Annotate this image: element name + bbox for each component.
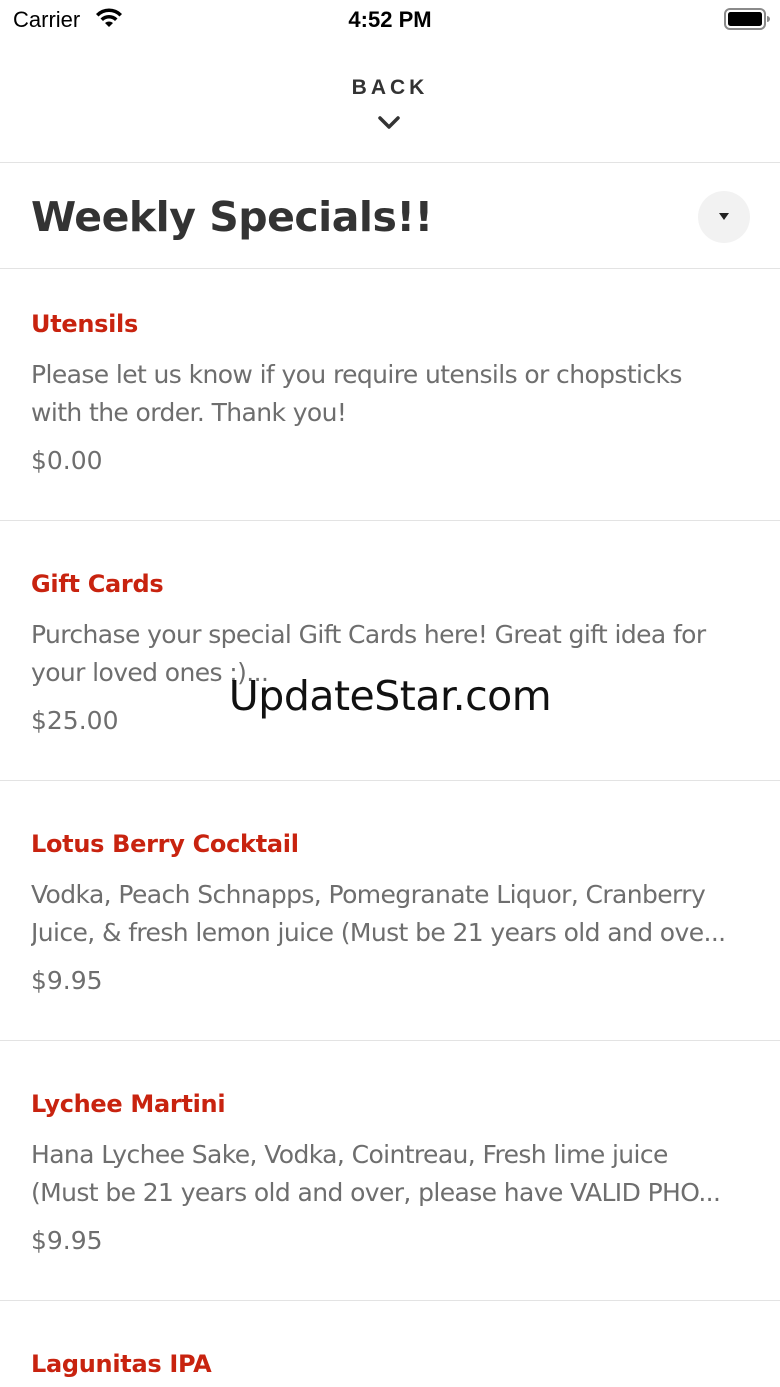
battery-icon (724, 8, 770, 30)
item-description-line: (Must be 21 years old and over, please h… (31, 1178, 721, 1207)
section-header: Weekly Specials!! (0, 163, 780, 268)
item-description-line: with the order. Thank you! (31, 398, 347, 427)
item-description-line: Purchase your special Gift Cards here! G… (31, 620, 706, 649)
item-name: Lotus Berry Cocktail (31, 830, 299, 858)
item-description-line: Vodka, Peach Schnapps, Pomegranate Liquo… (31, 880, 706, 909)
watermark: UpdateStar.com (228, 672, 552, 720)
menu-item[interactable]: Gift Cards Purchase your special Gift Ca… (0, 529, 780, 788)
menu-item[interactable]: Lagunitas IPA (0, 1309, 780, 1387)
item-description-line: Juice, & fresh lemon juice (Must be 21 y… (31, 918, 726, 947)
item-description: Vodka, Peach Schnapps, Pomegranate Liquo… (31, 876, 747, 952)
status-time: 4:52 PM (348, 7, 432, 32)
item-name: Lychee Martini (31, 1090, 226, 1118)
status-bar: Carrier 4:52 PM (0, 0, 780, 40)
item-description: Please let us know if you require utensi… (31, 356, 747, 432)
back-label: BACK (351, 76, 429, 99)
item-description-line: Hana Lychee Sake, Vodka, Cointreau, Fres… (31, 1140, 668, 1169)
caret-down-icon (719, 213, 729, 220)
item-price: $9.95 (31, 1226, 103, 1255)
category-dropdown-button[interactable] (698, 191, 750, 243)
back-button[interactable]: BACK (0, 60, 780, 162)
divider (0, 780, 780, 781)
chevron-down-icon (378, 116, 400, 129)
menu-item[interactable]: Lotus Berry Cocktail Vodka, Peach Schnap… (0, 789, 780, 1048)
menu-item[interactable]: Utensils Please let us know if you requi… (0, 269, 780, 528)
divider (0, 1300, 780, 1301)
item-price: $0.00 (31, 446, 103, 475)
menu-item[interactable]: Lychee Martini Hana Lychee Sake, Vodka, … (0, 1049, 780, 1308)
item-price: $9.95 (31, 966, 103, 995)
item-name: Gift Cards (31, 570, 164, 598)
item-description: Hana Lychee Sake, Vodka, Cointreau, Fres… (31, 1136, 747, 1212)
section-title: Weekly Specials!! (31, 193, 433, 241)
divider (0, 520, 780, 521)
item-name: Lagunitas IPA (31, 1350, 212, 1378)
item-name: Utensils (31, 310, 138, 338)
item-description-line: Please let us know if you require utensi… (31, 360, 682, 389)
divider (0, 1040, 780, 1041)
